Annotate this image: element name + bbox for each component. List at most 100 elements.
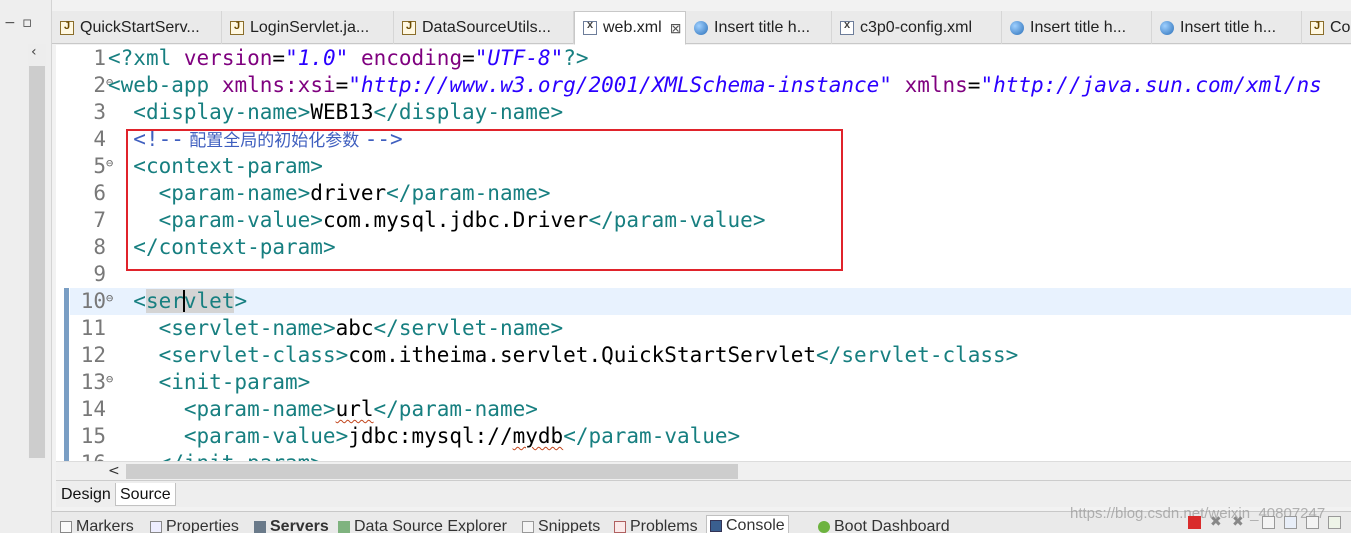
xml-decl-close: ?> bbox=[563, 46, 589, 70]
attr-value: "1.0" bbox=[285, 46, 349, 70]
line-number: 12 bbox=[80, 343, 106, 367]
tab-quickstartservlet[interactable]: QuickStartServ... bbox=[52, 11, 222, 44]
boot-dashboard-icon bbox=[818, 521, 830, 533]
tag: </param-name> bbox=[386, 181, 551, 205]
tab-label: Insert title h... bbox=[714, 18, 811, 36]
equals-sign: = bbox=[462, 46, 475, 70]
tab-c3p0-config[interactable]: c3p0-config.xml bbox=[832, 11, 1002, 44]
attr-name: version bbox=[183, 46, 273, 70]
tag: </param-value> bbox=[563, 424, 741, 448]
tab-loginservlet[interactable]: LoginServlet.ja... bbox=[222, 11, 394, 44]
tag: <param-name> bbox=[158, 181, 311, 205]
tab-label: c3p0-config.xml bbox=[860, 18, 973, 36]
tab-insert-title-1[interactable]: Insert title h... bbox=[686, 11, 832, 44]
horizontal-scrollbar[interactable]: < bbox=[56, 461, 1351, 480]
tag: <param-value> bbox=[183, 424, 349, 448]
view-tab-label: Snippets bbox=[538, 518, 601, 533]
tag-bracket: > bbox=[234, 289, 248, 313]
comment-close: --> bbox=[364, 127, 403, 151]
text-content: com.itheima.servlet.QuickStartServlet bbox=[348, 343, 817, 367]
line-number: 13 bbox=[80, 370, 106, 394]
data-source-icon bbox=[338, 521, 350, 533]
line-number: 16 bbox=[70, 450, 106, 461]
tag-name-occurrence: servlet bbox=[145, 289, 235, 313]
tag-name-part: vlet bbox=[183, 289, 235, 313]
line-number: 6 bbox=[93, 181, 106, 205]
view-tab-label: Properties bbox=[166, 518, 239, 533]
line-number: 5 bbox=[93, 154, 106, 178]
scroll-left-icon[interactable]: < bbox=[108, 463, 120, 479]
view-tab-boot-dashboard[interactable]: Boot Dashboard bbox=[818, 518, 950, 533]
close-tab-icon[interactable]: ⊠ bbox=[670, 20, 682, 37]
tab-web-xml[interactable]: web.xml ⊠ bbox=[574, 11, 686, 45]
markers-icon bbox=[60, 521, 72, 533]
quick-diff-ruler bbox=[56, 45, 70, 461]
scroll-lock-icon[interactable] bbox=[1262, 516, 1275, 529]
code-line: 1 <?xml version="1.0" encoding="UTF-8"?> bbox=[70, 45, 1351, 72]
code-line: 11 <servlet-name>abc</servlet-name> bbox=[70, 315, 1351, 342]
tab-label: web.xml bbox=[603, 19, 662, 36]
tab-design[interactable]: Design bbox=[57, 483, 115, 506]
open-console-icon[interactable] bbox=[1328, 516, 1341, 529]
tag: <init-param> bbox=[158, 370, 311, 394]
code-line: 9 bbox=[70, 261, 1351, 288]
tab-insert-title-3[interactable]: Insert title h... bbox=[1152, 11, 1302, 44]
tag: <param-name> bbox=[183, 397, 336, 421]
tab-datasourceutils[interactable]: DataSourceUtils... bbox=[394, 11, 574, 44]
view-tab-label: Console bbox=[726, 516, 785, 533]
code-line: 8 </context-param> bbox=[70, 234, 1351, 261]
snippets-icon bbox=[522, 521, 534, 533]
view-tab-snippets[interactable]: Snippets bbox=[522, 518, 600, 533]
code-line: 15 <param-value>jdbc:mysql://mydb</param… bbox=[70, 423, 1351, 450]
xml-source-editor[interactable]: 1 <?xml version="1.0" encoding="UTF-8"?>… bbox=[56, 45, 1351, 461]
view-tab-console[interactable]: Console bbox=[706, 515, 789, 533]
view-tab-properties[interactable]: Properties bbox=[150, 518, 239, 533]
pin-console-icon[interactable] bbox=[1284, 516, 1297, 529]
maximize-icon[interactable]: ▫ bbox=[22, 15, 32, 30]
tab-label: QuickStartServ... bbox=[80, 18, 200, 36]
browser-icon bbox=[694, 20, 708, 35]
tab-insert-title-2[interactable]: Insert title h... bbox=[1002, 11, 1152, 44]
attr-name: xmlns bbox=[904, 73, 968, 97]
xml-file-icon bbox=[840, 19, 854, 35]
scroll-up-icon[interactable]: ‹ bbox=[31, 44, 37, 60]
vertical-scrollbar[interactable]: ‹ bbox=[28, 44, 46, 460]
view-tab-markers[interactable]: Markers bbox=[60, 518, 134, 533]
tag: </param-value> bbox=[588, 208, 766, 232]
editor-tab-bar: QuickStartServ... LoginServlet.ja... Dat… bbox=[52, 11, 1351, 45]
java-file-icon bbox=[1310, 20, 1324, 35]
tab-source[interactable]: Source bbox=[115, 483, 176, 506]
code-line: 16 </init-param> bbox=[70, 450, 1351, 461]
java-file-icon bbox=[402, 20, 416, 35]
horizontal-scroll-thumb[interactable] bbox=[126, 464, 738, 479]
view-tab-data-source-explorer[interactable]: Data Source Explorer bbox=[338, 518, 507, 533]
code-line: 3 <display-name>WEB13</display-name> bbox=[70, 99, 1351, 126]
minimize-icon[interactable]: − bbox=[4, 16, 16, 30]
view-tab-servers[interactable]: Servers bbox=[254, 518, 329, 533]
view-tab-problems[interactable]: Problems bbox=[614, 518, 698, 533]
terminate-icon[interactable] bbox=[1188, 516, 1201, 529]
left-trim-strip: − ▫ ‹ bbox=[0, 0, 52, 533]
tab-label: Insert title h... bbox=[1180, 18, 1277, 36]
tag: </init-param> bbox=[159, 451, 323, 461]
xml-file-icon bbox=[583, 19, 597, 35]
line-number: 1 bbox=[93, 46, 106, 70]
text-content: url bbox=[335, 397, 374, 421]
remove-all-icon[interactable]: ✖ bbox=[1232, 515, 1245, 529]
vertical-scroll-thumb[interactable] bbox=[29, 66, 45, 458]
line-number: 14 bbox=[80, 397, 106, 421]
display-console-icon[interactable] bbox=[1306, 516, 1319, 529]
text-content: WEB13 bbox=[310, 100, 374, 124]
tag: </servlet-name> bbox=[373, 316, 564, 340]
remove-launch-icon[interactable]: ✖ bbox=[1210, 515, 1223, 529]
code-line: 6 <param-name>driver</param-name> bbox=[70, 180, 1351, 207]
tab-label: LoginServlet.ja... bbox=[250, 18, 370, 36]
attr-value: "UTF-8" bbox=[474, 46, 564, 70]
tab-overflow[interactable]: Co bbox=[1302, 11, 1351, 44]
tag: <servlet-name> bbox=[158, 316, 336, 340]
view-tab-label: Markers bbox=[76, 518, 134, 533]
code-line: 14 <param-name>url</param-name> bbox=[70, 396, 1351, 423]
line-number: 3 bbox=[93, 100, 106, 124]
editor-mode-tabs: Design Source bbox=[56, 480, 1351, 507]
line-number: 15 bbox=[80, 424, 106, 448]
